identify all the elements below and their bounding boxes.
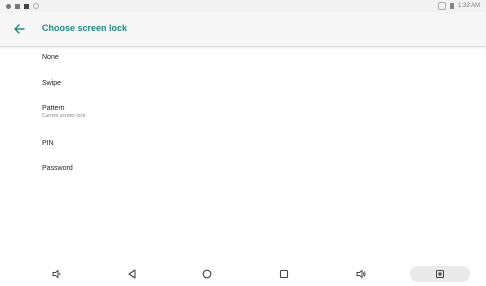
recents-icon[interactable] xyxy=(278,268,290,280)
app-toolbar: Choose screen lock xyxy=(0,12,486,47)
option-password[interactable]: Password xyxy=(42,165,73,172)
status-bar: 1:32 AM xyxy=(0,0,486,12)
notification-media-icon xyxy=(15,3,20,9)
volume-down-icon[interactable] xyxy=(51,268,63,280)
battery-icon xyxy=(449,3,454,9)
home-icon[interactable] xyxy=(201,268,213,280)
status-system-icons: 1:32 AM xyxy=(437,2,480,10)
wifi-icon xyxy=(437,2,446,10)
notification-circle-icon xyxy=(33,3,39,9)
option-label: PIN xyxy=(42,140,54,147)
option-subtitle: Current screen lock xyxy=(42,113,86,119)
option-label: None xyxy=(42,54,59,61)
option-label: Swipe xyxy=(42,80,62,87)
option-pin[interactable]: PIN xyxy=(42,140,54,147)
option-label: Pattern xyxy=(42,105,65,112)
notification-square-icon xyxy=(24,3,29,9)
status-time: 1:32 AM xyxy=(457,3,480,9)
navigation-bar xyxy=(0,262,486,286)
option-pattern[interactable]: Pattern Current screen lock xyxy=(42,105,85,119)
status-notification-icons xyxy=(6,3,39,9)
back-arrow-icon[interactable] xyxy=(11,21,27,37)
page-title: Choose screen lock xyxy=(42,23,128,33)
volume-up-icon[interactable] xyxy=(355,268,367,280)
screenshot-icon[interactable] xyxy=(434,268,446,280)
option-none[interactable]: None xyxy=(42,54,59,61)
option-label: Password xyxy=(42,165,73,172)
notification-dot-icon xyxy=(6,3,11,9)
back-nav-icon[interactable] xyxy=(126,268,138,280)
option-swipe[interactable]: Swipe xyxy=(42,80,61,87)
